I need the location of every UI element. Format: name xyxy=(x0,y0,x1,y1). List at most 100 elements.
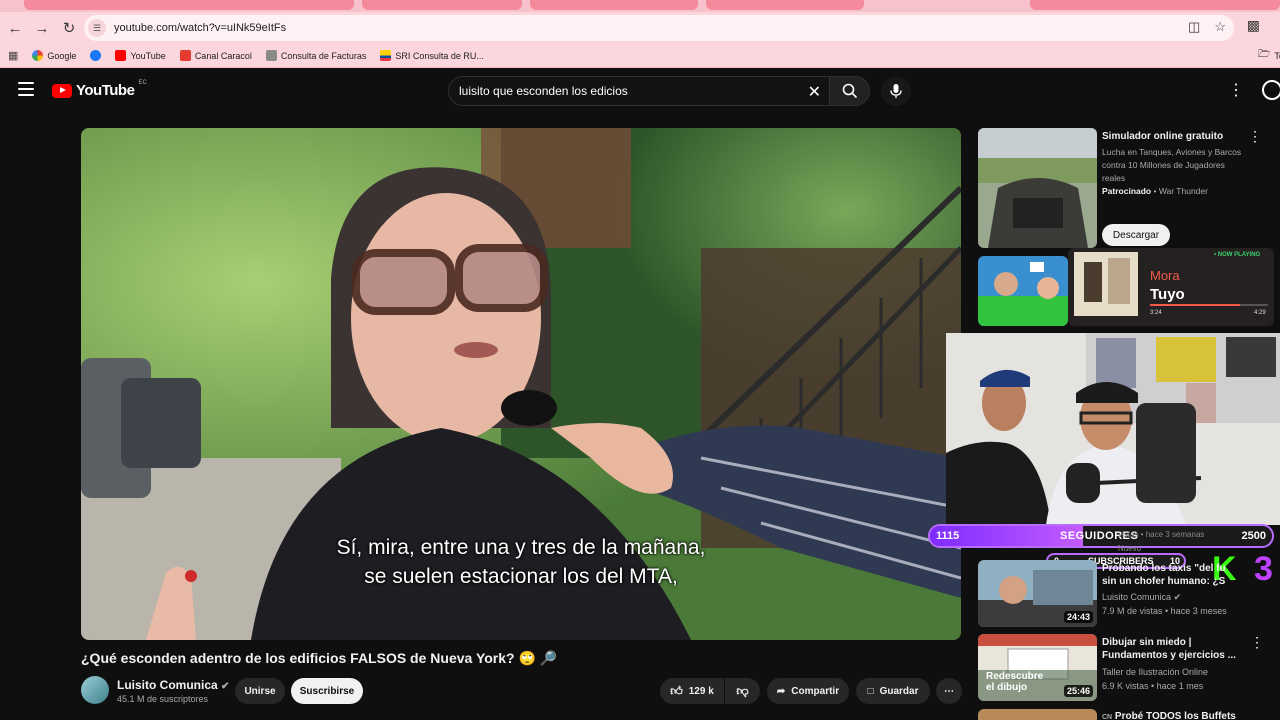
video-frame xyxy=(81,128,961,640)
more-options-icon[interactable]: ⋮ xyxy=(1248,128,1262,145)
bookmark-icon: □ xyxy=(867,685,874,697)
youtube-logo[interactable]: YouTube EC xyxy=(52,80,147,99)
bookmark-folder[interactable]: 🗁 To xyxy=(1258,47,1280,64)
followers-goal-bar: 1115 SEGUIDORES 2500 xyxy=(928,524,1274,548)
back-icon[interactable]: ← xyxy=(3,16,27,40)
menu-icon[interactable] xyxy=(18,82,34,96)
youtube-play-icon xyxy=(52,83,72,98)
browser-toolbar: ← → ↻ ☰ youtube.com/watch?v=uINk59eItFs … xyxy=(0,12,1280,44)
like-button[interactable]: 👍︎ 129 k xyxy=(660,678,724,704)
folder-icon: 🗁 xyxy=(1258,49,1271,60)
channel-avatar[interactable] xyxy=(81,676,109,704)
ad-description: Lucha en Tanques, Aviones y Barcos contr… xyxy=(1102,147,1242,183)
ad-thumbnail[interactable] xyxy=(978,128,1097,248)
reload-icon[interactable]: ↻ xyxy=(57,16,81,40)
song-time-total: 4:29 xyxy=(1254,310,1266,316)
video-title[interactable]: Dibujar sin miedo | Fundamentos y ejerci… xyxy=(1102,636,1236,662)
more-horiz-icon: ⋯ xyxy=(944,685,954,697)
search-input[interactable]: luisito que esconden los edicios ✕ xyxy=(448,76,830,106)
browser-tab[interactable] xyxy=(706,0,864,10)
now-playing-widget: • NOW PLAYING Mora Tuyo 3:24 4:29 xyxy=(1068,248,1274,326)
share-icon: ➦ xyxy=(776,685,786,697)
bookmark-youtube[interactable]: YouTube xyxy=(115,50,166,61)
browser-tab[interactable] xyxy=(24,0,354,10)
thumbs-up-icon: 👍︎ xyxy=(670,683,683,698)
subtitle-line: Sí, mira, entre una y tres de la mañana, xyxy=(336,536,706,559)
video-thumbnail[interactable]: Redescubre el dibujo 25:46 xyxy=(978,634,1097,701)
account-icon[interactable] xyxy=(1262,80,1280,100)
followers-current: 1115 xyxy=(936,530,960,542)
save-button[interactable]: □ Guardar xyxy=(856,678,930,704)
subtitle-line: se suelen estacionar los del MTA, xyxy=(364,565,678,588)
microphone-icon xyxy=(890,84,902,98)
video-thumbnail[interactable] xyxy=(978,709,1097,720)
video-title: ¿Qué esconden adentro de los edificios F… xyxy=(81,650,558,666)
subscriber-count: 45.1 M de suscriptores xyxy=(117,694,209,704)
google-icon xyxy=(32,50,44,61)
youtube-icon xyxy=(115,50,127,61)
document-icon xyxy=(265,50,277,61)
subscribe-button[interactable]: Suscribirse xyxy=(291,678,363,704)
voice-search-button[interactable] xyxy=(881,76,911,106)
video-title[interactable]: CN Probé TODOS los Buffets xyxy=(1102,710,1236,720)
thumbnail-text: Redescubre el dibujo xyxy=(986,671,1044,693)
url-text: youtube.com/watch?v=uINk59eItFs xyxy=(114,22,287,34)
bookmark-star-icon[interactable]: ☆ xyxy=(1214,19,1226,35)
search-icon xyxy=(842,83,857,99)
video-player[interactable]: Sí, mira, entre una y tres de la mañana,… xyxy=(81,128,961,640)
video-channel: Luisito Comunica ✔ xyxy=(1102,592,1182,602)
install-app-icon[interactable]: ◫ xyxy=(1188,19,1200,35)
join-button[interactable]: Unirse xyxy=(235,678,285,704)
more-actions-button[interactable]: ⋯ xyxy=(936,678,962,704)
bookmark-canal-caracol[interactable]: Canal Caracol xyxy=(179,50,252,61)
browser-tab-strip xyxy=(0,0,1280,12)
song-title: Tuyo xyxy=(1150,286,1185,303)
video-thumbnail[interactable]: 24:43 xyxy=(978,560,1097,627)
followers-goal: 2500 xyxy=(1241,530,1266,542)
thumbs-down-icon: 👎︎ xyxy=(736,683,749,698)
ad-sponsor: Patrocinado • War Thunder xyxy=(1102,186,1208,196)
browser-tab[interactable] xyxy=(1030,0,1280,10)
song-progress-track xyxy=(1150,304,1268,306)
more-options-icon[interactable]: ⋮ xyxy=(1250,634,1264,651)
video-meta: 7.9 M de vistas • hace 3 meses xyxy=(1102,606,1227,616)
verified-icon: ✔ xyxy=(1173,592,1182,602)
verified-icon: ✔ xyxy=(221,681,230,692)
channel-name[interactable]: Luisito Comunica ✔ xyxy=(117,678,229,692)
extensions-icon[interactable]: ▩ xyxy=(1247,17,1260,34)
webcam-overlay xyxy=(946,333,1280,525)
site-info-icon[interactable]: ☰ xyxy=(88,19,106,37)
bookmark-facebook[interactable] xyxy=(90,50,102,61)
video-thumbnail[interactable] xyxy=(978,256,1068,326)
streamer-number: 3 xyxy=(1254,550,1273,588)
youtube-masthead: YouTube EC luisito que esconden los edic… xyxy=(0,70,1280,112)
song-time-current: 3:24 xyxy=(1150,310,1162,316)
video-title[interactable]: Probando los taxis "del fu sin un chofer… xyxy=(1102,562,1226,588)
browser-tab[interactable] xyxy=(530,0,698,10)
facebook-icon xyxy=(90,50,102,61)
clear-search-icon[interactable]: ✕ xyxy=(808,82,821,102)
hidden-video-meta: vistas • hace 3 semanas xyxy=(1118,530,1205,539)
bookmark-consulta-facturas[interactable]: Consulta de Facturas xyxy=(265,50,366,61)
more-options-icon[interactable]: ⋮ xyxy=(1228,80,1244,100)
browser-tab[interactable] xyxy=(362,0,522,10)
song-progress-fill xyxy=(1150,304,1240,306)
dislike-button[interactable]: 👎︎ xyxy=(725,678,760,704)
video-channel: Taller de Ilustración Online xyxy=(1102,667,1209,677)
sidebar-ad[interactable]: Simulador online gratuito Lucha en Tanqu… xyxy=(978,128,1268,248)
bookmark-google[interactable]: Google xyxy=(32,50,76,61)
address-bar[interactable]: ☰ youtube.com/watch?v=uINk59eItFs ◫ ☆ xyxy=(84,15,1234,41)
forward-icon[interactable]: → xyxy=(30,16,54,40)
download-button[interactable]: Descargar xyxy=(1102,224,1170,246)
artist-name: Mora xyxy=(1150,268,1180,283)
apps-grid-icon[interactable]: ▦ xyxy=(8,49,18,62)
search-button[interactable] xyxy=(830,76,870,106)
caracol-icon xyxy=(179,50,191,61)
video-meta: 6.9 K vistas • hace 1 mes xyxy=(1102,681,1204,691)
ad-title[interactable]: Simulador online gratuito xyxy=(1102,130,1223,143)
now-playing-label: • NOW PLAYING xyxy=(1214,252,1261,258)
bookmarks-bar: ▦ Google YouTube Canal Caracol Consulta … xyxy=(0,44,1280,68)
bookmark-sri[interactable]: SRI Consulta de RU... xyxy=(380,50,484,61)
channel-owner: Luisito Comunica ✔ 45.1 M de suscriptore… xyxy=(81,676,229,704)
share-button[interactable]: ➦ Compartir xyxy=(767,678,849,704)
